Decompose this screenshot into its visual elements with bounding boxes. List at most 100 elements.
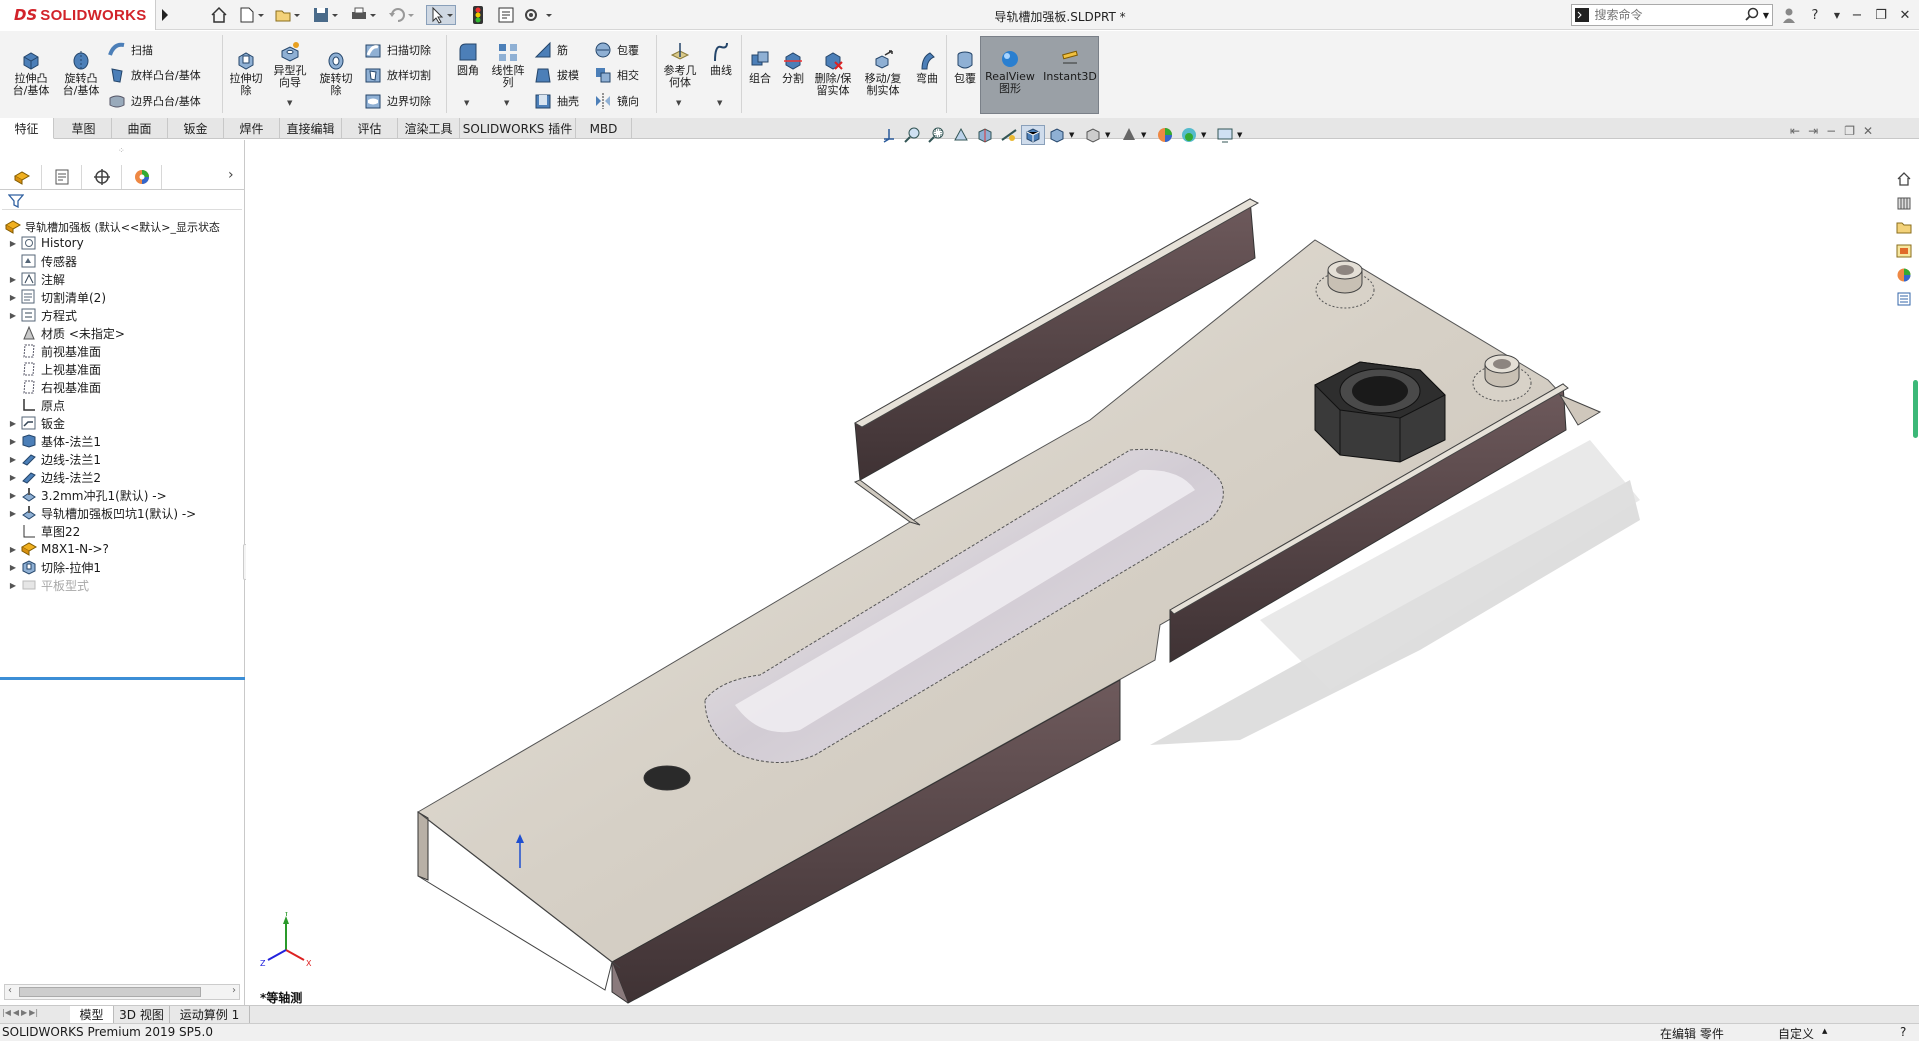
move-copy-body-button[interactable]: 移动/复 制实体 [862, 49, 904, 97]
fillet-dropdown-icon[interactable]: ▼ [464, 99, 469, 107]
expand-arrow-icon[interactable]: ▶ [6, 473, 20, 482]
mirror-button[interactable]: 镜向 [594, 92, 639, 110]
split-button[interactable]: 分割 [778, 49, 808, 85]
restore-window-icon[interactable]: ❐ [1870, 4, 1892, 26]
units-dropdown-icon[interactable]: ▲ [1822, 1027, 1827, 1035]
realview-graphics-button[interactable]: RealView 图形 [984, 49, 1036, 95]
curves-dropdown-icon[interactable]: ▼ [717, 99, 722, 107]
expand-arrow-icon[interactable]: ▶ [6, 293, 20, 302]
close-window-icon[interactable]: ✕ [1894, 4, 1916, 26]
select-arrow-icon[interactable] [426, 5, 456, 25]
tree-item[interactable]: ▶ 边线-法兰1 [0, 450, 245, 468]
view-palette-icon[interactable] [1893, 240, 1915, 262]
tree-item[interactable]: 传感器 [0, 252, 245, 270]
viewport-minimize-icon[interactable]: − [1826, 124, 1836, 138]
options-gear-icon[interactable] [520, 5, 554, 25]
tree-item[interactable]: 材质 <未指定> [0, 324, 245, 342]
status-units-custom[interactable]: 自定义 [1778, 1025, 1814, 1042]
delete-keep-body-button[interactable]: 删除/保 留实体 [812, 49, 854, 97]
hole-wizard-button[interactable]: 异型孔 向导 [270, 41, 310, 89]
hole-wizard-dropdown-icon[interactable]: ▼ [287, 99, 292, 107]
tree-item[interactable]: ▶ 导轨槽加强板凹坑1(默认) -> [0, 504, 245, 522]
wrap-large-button[interactable]: 包覆 [950, 49, 980, 85]
flex-button[interactable]: 弯曲 [912, 49, 942, 85]
file-explorer-icon[interactable] [1893, 216, 1915, 238]
tree-rollback-bar[interactable] [0, 677, 245, 680]
expand-arrow-icon[interactable]: ▶ [6, 419, 20, 428]
save-icon[interactable] [310, 5, 340, 25]
tree-item[interactable]: ▶ 切割清单(2) [0, 288, 245, 306]
viewport-tile-left-icon[interactable]: ⇤ [1790, 124, 1800, 138]
part-model-3d[interactable] [246, 140, 1919, 1005]
search-icon[interactable] [1744, 7, 1763, 24]
expand-arrow-icon[interactable]: ▶ [6, 581, 20, 590]
extrude-boss-button[interactable]: 拉伸凸 台/基体 [10, 49, 52, 97]
expand-arrow-icon[interactable]: ▶ [6, 437, 20, 446]
sweep-button[interactable]: 扫描 [108, 41, 153, 59]
tab-direct-editing[interactable]: 直接编辑 [280, 118, 342, 139]
help-dropdown-icon[interactable]: ▼ [1826, 4, 1848, 26]
extrude-cut-button[interactable]: 拉伸切 除 [226, 49, 266, 97]
linear-pattern-button[interactable]: 线性阵 列 [488, 41, 528, 89]
expand-arrow-icon[interactable]: ▶ [6, 455, 20, 464]
tab-render-tools[interactable]: 渲染工具 [398, 118, 460, 139]
graphics-area[interactable] [246, 140, 1919, 1005]
expand-arrow-icon[interactable]: ▶ [6, 275, 20, 284]
sweep-cut-button[interactable]: 扫描切除 [364, 41, 431, 59]
search-dropdown-icon[interactable]: ▼ [1763, 11, 1772, 20]
tree-item[interactable]: ▶ 平板型式 [0, 576, 245, 594]
tab-motion-study[interactable]: 运动算例 1 [170, 1006, 250, 1023]
search-input[interactable] [1590, 6, 1745, 24]
view-settings-dropdown-icon[interactable]: ▼ [1237, 131, 1249, 139]
scroll-thumb[interactable] [19, 987, 201, 997]
configuration-manager-tab-icon[interactable] [82, 165, 122, 189]
tab-solidworks-addins[interactable]: SOLIDWORKS 插件 [460, 118, 576, 139]
new-document-icon[interactable] [236, 5, 266, 25]
display-manager-tab-icon[interactable] [122, 165, 162, 189]
display-style-icon[interactable] [1045, 126, 1069, 144]
print-icon[interactable] [348, 5, 378, 25]
solidworks-logo[interactable]: DS SOLIDWORKS [0, 0, 156, 30]
tree-item[interactable]: ▶ 注解 [0, 270, 245, 288]
property-manager-tab-icon[interactable] [42, 165, 82, 189]
view-settings-icon[interactable] [1213, 126, 1237, 144]
view-orientation-origin-icon[interactable] [877, 126, 901, 144]
tab-features[interactable]: 特征 [0, 118, 54, 139]
viewport-restore-icon[interactable]: ❐ [1844, 124, 1855, 138]
tree-item[interactable]: 上视基准面 [0, 360, 245, 378]
zoom-to-area-icon[interactable] [925, 126, 949, 144]
tree-item[interactable]: 右视基准面 [0, 378, 245, 396]
viewport-close-icon[interactable]: ✕ [1863, 124, 1873, 138]
open-document-icon[interactable] [272, 5, 302, 25]
tab-weldments[interactable]: 焊件 [224, 118, 280, 139]
tab-scroll-arrows[interactable]: |◀ ◀ ▶ ▶| [2, 1008, 38, 1017]
scene-dropdown-icon[interactable]: ▼ [1201, 131, 1213, 139]
solidworks-resources-home-icon[interactable] [1893, 168, 1915, 190]
draft-button[interactable]: 拔模 [534, 66, 579, 84]
boundary-boss-button[interactable]: 边界凸台/基体 [108, 92, 201, 110]
zoom-to-fit-icon[interactable] [901, 126, 925, 144]
home-icon[interactable] [208, 5, 230, 25]
tree-item[interactable]: ▶ 边线-法兰2 [0, 468, 245, 486]
intersect-button[interactable]: 相交 [594, 66, 639, 84]
scroll-right-arrow-icon[interactable]: › [232, 985, 236, 996]
rebuild-traffic-light-icon[interactable] [468, 5, 488, 25]
undo-icon[interactable] [386, 5, 416, 25]
revolve-cut-button[interactable]: 旋转切 除 [316, 49, 356, 97]
reference-geometry-button[interactable]: 参考几 何体 [660, 41, 700, 89]
linear-pattern-dropdown-icon[interactable]: ▼ [504, 99, 509, 107]
tab-surfaces[interactable]: 曲面 [112, 118, 168, 139]
tab-mbd[interactable]: MBD [576, 118, 632, 139]
custom-properties-icon[interactable] [1893, 288, 1915, 310]
tree-item[interactable]: ▶ 基体-法兰1 [0, 432, 245, 450]
tree-item[interactable]: ▶ History [0, 234, 245, 252]
scroll-left-arrow-icon[interactable]: ‹ [8, 985, 12, 996]
tab-sheet-metal[interactable]: 钣金 [168, 118, 224, 139]
panel-horizontal-scrollbar[interactable]: ‹ › [4, 984, 240, 1000]
panel-grip-icon[interactable]: ⁘ [118, 146, 125, 155]
minimize-window-icon[interactable]: − [1846, 4, 1868, 26]
tab-evaluate[interactable]: 评估 [342, 118, 398, 139]
expand-arrow-icon[interactable]: ▶ [6, 509, 20, 518]
tree-item[interactable]: ▶ 方程式 [0, 306, 245, 324]
tree-item[interactable]: ▶ 3.2mm冲孔1(默认) -> [0, 486, 245, 504]
